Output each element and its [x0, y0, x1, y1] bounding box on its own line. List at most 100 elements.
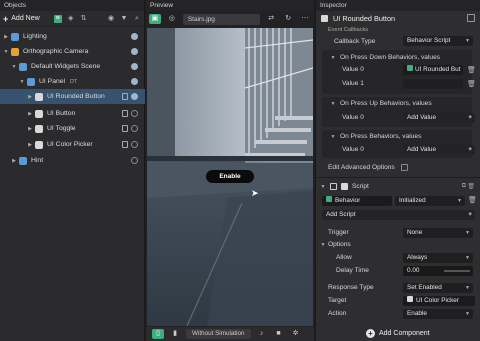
collapse-arrow-icon[interactable]: ▼: [330, 134, 336, 140]
target-field[interactable]: UI Color Picker: [403, 296, 475, 306]
simulation-dropdown[interactable]: Without Simulation: [186, 329, 251, 339]
script-object-icon: [35, 92, 43, 101]
eye-icon[interactable]: ◉: [107, 15, 115, 23]
tree-item-label: Default Widgets Scene: [31, 63, 101, 70]
group-title: On Press Down Behaviors, values: [340, 54, 441, 61]
collapse-arrow-icon[interactable]: ▼: [320, 242, 326, 248]
callback-type-dropdown[interactable]: Behavior Script ▼: [403, 36, 473, 46]
visibility-toggle[interactable]: [131, 33, 138, 40]
enable-button[interactable]: Enable: [206, 170, 254, 183]
expand-arrow-icon[interactable]: ▶: [27, 142, 33, 148]
expand-arrow-icon[interactable]: ▶: [27, 94, 33, 100]
trash-icon[interactable]: 🗑: [468, 196, 477, 204]
add-value-button[interactable]: Add Value +: [403, 145, 475, 155]
collapse-arrow-icon[interactable]: ▼: [330, 101, 336, 107]
lighting-icon: [11, 32, 19, 41]
sort-icon[interactable]: ⇅: [80, 15, 88, 23]
tree-item-ui-panel[interactable]: ▼ UI Panel DT: [0, 74, 145, 89]
section-label: Event Callbacks: [328, 27, 369, 33]
expand-arrow-icon[interactable]: ▶: [11, 158, 17, 164]
add-new-button[interactable]: + Add New: [3, 14, 40, 24]
tree-item-hint[interactable]: ▶ Hint: [0, 153, 145, 168]
trash-icon[interactable]: 🗑: [467, 66, 476, 74]
video-icon[interactable]: ■: [273, 329, 285, 339]
copy-icon[interactable]: [467, 14, 475, 22]
component-checkbox[interactable]: [330, 183, 337, 190]
collapse-arrow-icon[interactable]: ▼: [320, 184, 326, 190]
more-icon[interactable]: ⋯: [299, 14, 311, 24]
object-name[interactable]: UI Rounded Button: [333, 14, 395, 23]
tree-item-ui-rounded-button[interactable]: ▶ UI Rounded Button: [0, 89, 145, 104]
tree-item-ui-toggle[interactable]: ▶ UI Toggle: [0, 121, 145, 136]
expand-arrow-icon[interactable]: ▶: [3, 34, 9, 40]
copy-icon[interactable]: ⧉: [462, 183, 466, 190]
visibility-toggle[interactable]: [131, 48, 138, 55]
inspector-title: Inspector: [316, 0, 480, 11]
value-0-field[interactable]: UI Rounded But: [403, 65, 463, 75]
visibility-toggle[interactable]: [131, 110, 138, 117]
collapse-arrow-icon[interactable]: ▼: [330, 55, 336, 61]
value-1-field[interactable]: [403, 79, 463, 89]
device-icon[interactable]: ▮: [169, 329, 181, 339]
behavior-field[interactable]: Behavior: [322, 196, 392, 206]
press-header[interactable]: ▼ On Press Behaviors, values: [316, 130, 480, 143]
visibility-toggle[interactable]: [131, 63, 138, 70]
visibility-toggle[interactable]: [131, 78, 138, 85]
visibility-toggle[interactable]: [131, 141, 138, 148]
visibility-toggle[interactable]: [131, 93, 138, 100]
trash-icon[interactable]: 🗑: [467, 80, 476, 88]
expand-arrow-icon[interactable]: ▶: [27, 126, 33, 132]
swap-icon[interactable]: ⇄: [265, 14, 277, 24]
collapse-arrow-icon[interactable]: ▼: [19, 79, 25, 85]
tree-item-lighting[interactable]: ▶ Lighting: [0, 29, 145, 44]
delay-time-input[interactable]: 0.00: [403, 266, 473, 276]
tree-item-label: Lighting: [23, 33, 47, 40]
trigger-dropdown[interactable]: None ▼: [403, 228, 473, 238]
visibility-toggle[interactable]: [131, 125, 138, 132]
group-title: On Press Up Behaviors, values: [340, 100, 432, 107]
group-title: On Press Behaviors, values: [340, 133, 422, 140]
tree-item-default-widgets-scene[interactable]: ▼ Default Widgets Scene: [0, 59, 145, 74]
script-object-icon: [35, 124, 43, 133]
visibility-toggle[interactable]: [131, 157, 138, 164]
sound-icon[interactable]: ♪: [256, 329, 268, 339]
collapse-arrow-icon[interactable]: ▼: [11, 64, 17, 70]
camera-switch-icon[interactable]: ◎: [166, 14, 178, 24]
trash-icon[interactable]: 🗑: [467, 183, 475, 190]
behavior-state-dropdown[interactable]: Initialized ▼: [395, 196, 465, 206]
document-icon: [122, 93, 128, 100]
expand-arrow-icon[interactable]: ▶: [27, 111, 33, 117]
press-up-header[interactable]: ▼ On Press Up Behaviors, values: [316, 97, 480, 110]
layers-icon[interactable]: ◈: [67, 15, 75, 23]
action-dropdown[interactable]: Enable ▼: [403, 309, 473, 319]
options-row[interactable]: ▼ Options: [316, 238, 480, 251]
allow-dropdown[interactable]: Always ▼: [403, 253, 473, 263]
refresh-icon[interactable]: ↻: [282, 14, 294, 24]
add-script-button[interactable]: Add Script +: [322, 210, 475, 220]
tree-item-ui-color-picker[interactable]: ▶ UI Color Picker: [0, 137, 145, 152]
tree-item-orthographic-camera[interactable]: ▼ Orthographic Camera: [0, 44, 145, 59]
tree-item-label: UI Color Picker: [47, 141, 93, 148]
settings-icon[interactable]: ✲: [290, 329, 302, 339]
add-component-button[interactable]: + Add Component: [366, 329, 430, 338]
edit-advanced-checkbox[interactable]: [400, 164, 408, 171]
delay-slider[interactable]: [444, 270, 470, 272]
preview-viewport[interactable]: Enable ➤: [147, 28, 313, 326]
divider: [316, 177, 480, 178]
filter-icon[interactable]: ▼: [120, 15, 128, 23]
tree-item-label: Orthographic Camera: [23, 48, 89, 55]
plus-icon: +: [3, 13, 9, 24]
collapse-arrow-icon[interactable]: ▼: [3, 49, 9, 55]
document-icon: [122, 110, 128, 117]
preview-file-name[interactable]: Stairs.jpg: [182, 13, 261, 25]
image-icon[interactable]: ▣: [149, 14, 161, 24]
field-label: Trigger: [328, 229, 349, 236]
search-icon[interactable]: ⌕: [133, 15, 141, 23]
response-type-dropdown[interactable]: Set Enabled ▼: [403, 283, 473, 293]
add-value-button[interactable]: Add Value +: [403, 113, 475, 123]
phone-icon[interactable]: ▯: [152, 329, 164, 339]
list-view-icon[interactable]: ≡: [53, 14, 62, 23]
script-component-header[interactable]: ▼ Script ⧉ 🗑: [316, 180, 480, 193]
scene-object-icon: [27, 77, 35, 86]
tree-item-ui-button[interactable]: ▶ UI Button: [0, 106, 145, 121]
